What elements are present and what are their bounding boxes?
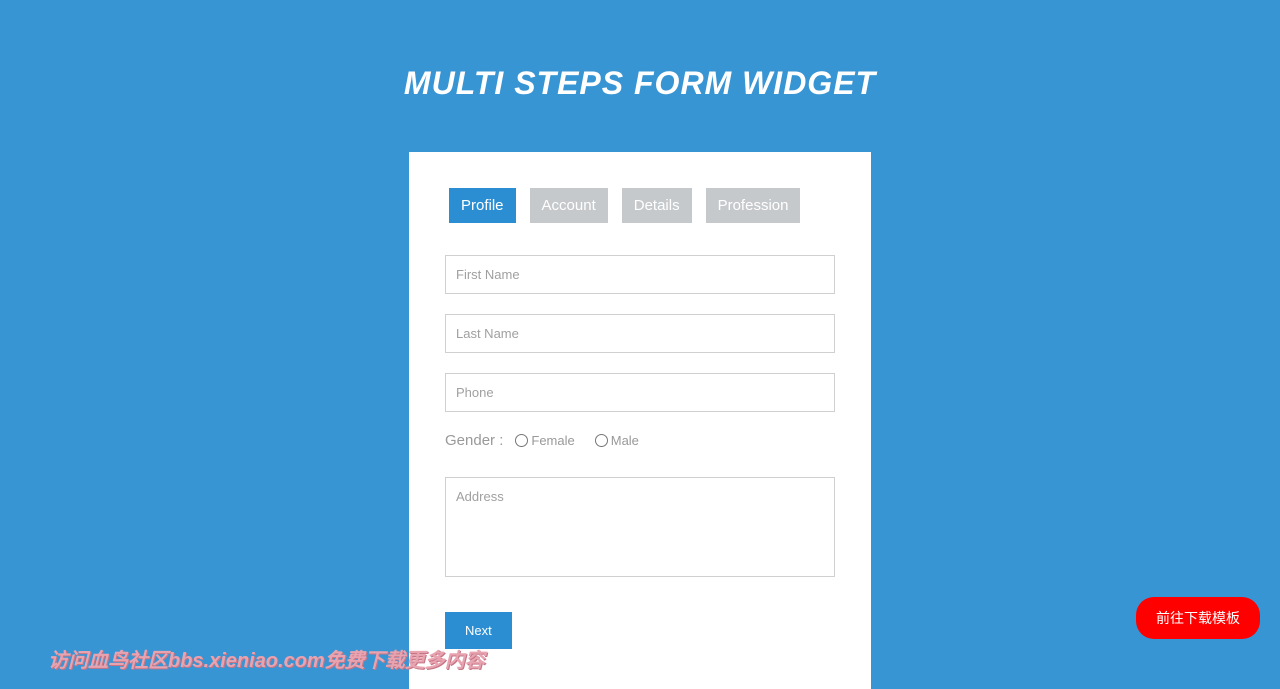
gender-female-label: Female [531, 433, 574, 448]
download-template-button[interactable]: 前往下载模板 [1136, 597, 1260, 639]
gender-male-label: Male [611, 433, 639, 448]
first-name-input[interactable] [445, 255, 835, 294]
tab-details[interactable]: Details [622, 188, 692, 223]
tab-profession[interactable]: Profession [706, 188, 801, 223]
gender-female-group: Female [515, 433, 584, 448]
step-tabs: Profile Account Details Profession [449, 188, 835, 223]
last-name-input[interactable] [445, 314, 835, 353]
gender-male-group: Male [595, 433, 649, 448]
form-card: Profile Account Details Profession Gende… [409, 152, 871, 689]
phone-input[interactable] [445, 373, 835, 412]
gender-male-radio[interactable] [595, 434, 608, 447]
tab-account[interactable]: Account [530, 188, 608, 223]
tab-profile[interactable]: Profile [449, 188, 516, 223]
gender-row: Gender : Female Male [445, 432, 835, 449]
gender-female-radio[interactable] [515, 434, 528, 447]
address-textarea[interactable] [445, 477, 835, 577]
page-title: MULTI STEPS FORM WIDGET [0, 0, 1280, 102]
watermark-text: 访问血鸟社区bbs.xieniao.com免费下载更多内容 [48, 644, 485, 673]
gender-label: Gender : [445, 432, 503, 449]
